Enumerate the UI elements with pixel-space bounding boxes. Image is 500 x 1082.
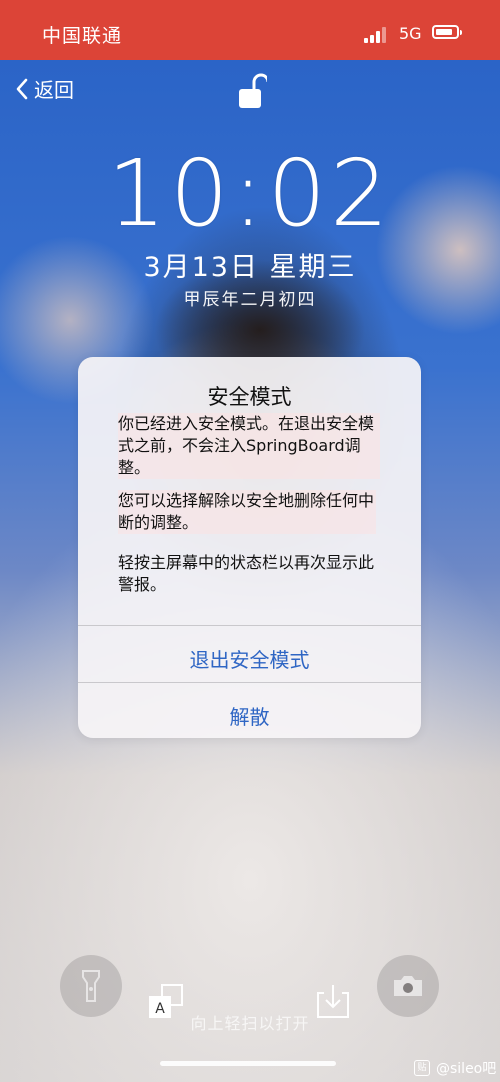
flashlight-icon — [82, 970, 100, 1002]
safe-mode-alert: 安全模式 你已经进入安全模式。在退出安全模式之前，不会注入SpringBoard… — [78, 357, 421, 738]
flashlight-button[interactable] — [60, 955, 122, 1017]
camera-button[interactable] — [377, 955, 439, 1017]
status-bar: 中国联通 5G — [0, 0, 500, 60]
back-label: 返回 — [34, 78, 74, 102]
alert-divider — [78, 682, 421, 683]
chevron-left-icon — [16, 78, 28, 99]
watermark-text: @sileo吧 — [436, 1061, 497, 1077]
alert-message-1: 你已经进入安全模式。在退出安全模式之前，不会注入SpringBoard调整。 — [118, 413, 380, 479]
watermark-logo-icon: 贴 — [414, 1060, 430, 1076]
lock-screen-time: 10:02 — [107, 140, 393, 247]
home-indicator[interactable] — [160, 1061, 336, 1066]
unlock-icon — [239, 73, 267, 108]
dismiss-button[interactable]: 解散 — [78, 701, 421, 730]
lock-screen-date: 3月13日 星期三 — [143, 252, 357, 283]
alert-message-3: 轻按主屏幕中的状态栏以再次显示此警报。 — [118, 553, 375, 594]
lunar-date: 甲辰年二月初四 — [183, 290, 317, 310]
watermark: 贴 @sileo吧 — [414, 1058, 496, 1078]
alert-divider — [78, 625, 421, 626]
carrier-name: 中国联通 — [42, 25, 123, 47]
network-type: 5G — [399, 24, 422, 43]
exit-safe-mode-button[interactable]: 退出安全模式 — [78, 644, 421, 673]
swipe-up-hint: 向上轻扫以打开 — [190, 1014, 310, 1033]
alert-message-2: 您可以选择解除以安全地删除任何中断的调整。 — [118, 490, 376, 534]
signal-icon — [364, 27, 390, 43]
download-icon[interactable] — [316, 983, 350, 1019]
camera-icon — [394, 976, 422, 996]
battery-icon — [432, 25, 462, 39]
back-button[interactable]: 返回 — [14, 74, 74, 103]
alert-title: 安全模式 — [207, 385, 292, 409]
